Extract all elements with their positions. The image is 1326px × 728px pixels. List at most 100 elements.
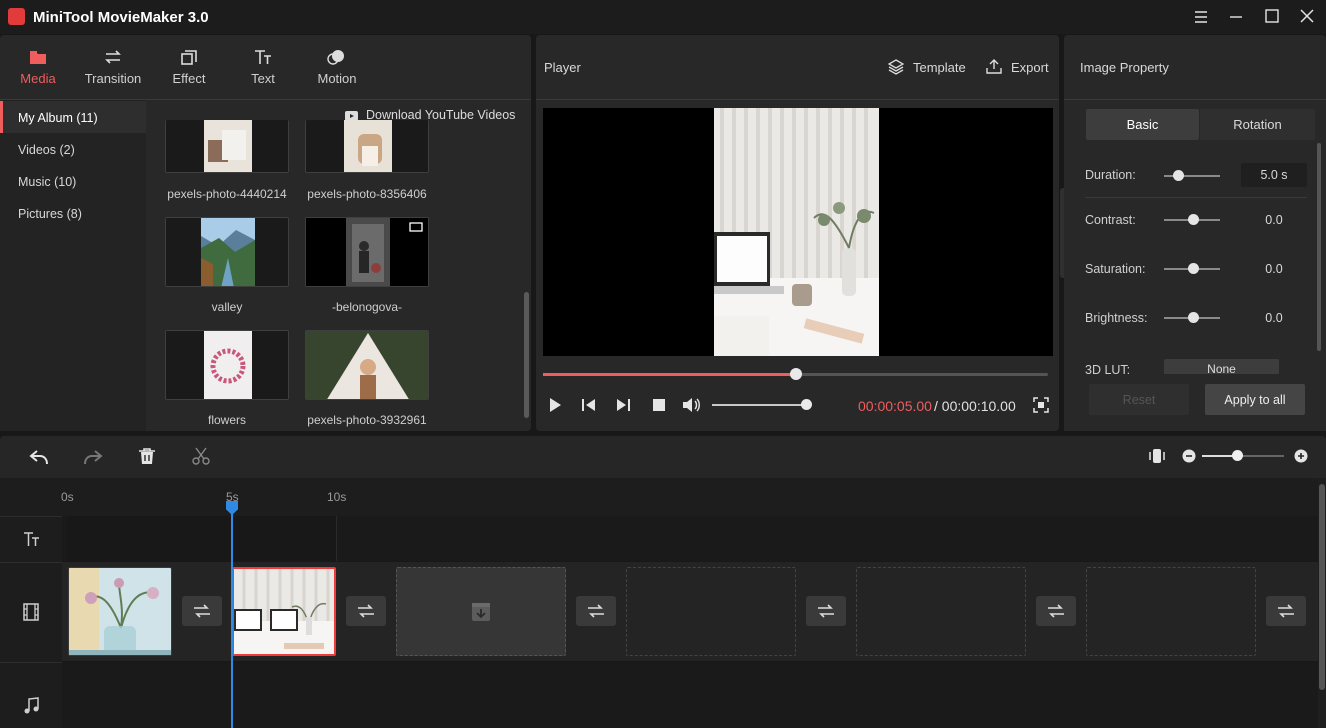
- ruler-tick: 10s: [327, 490, 347, 504]
- transition-slot-4[interactable]: [806, 596, 846, 626]
- fit-timeline-icon[interactable]: [1148, 447, 1166, 465]
- album-item-pictures[interactable]: Pictures (8): [0, 197, 146, 229]
- duration-input[interactable]: 5.0 s: [1241, 163, 1307, 187]
- zoom-handle[interactable]: [1232, 450, 1243, 461]
- tool-transition[interactable]: Transition: [81, 45, 145, 89]
- drop-slot[interactable]: [626, 567, 796, 656]
- contrast-label: Contrast:: [1085, 213, 1136, 227]
- media-thumb-2[interactable]: [305, 120, 429, 173]
- player-divider: [536, 99, 1059, 100]
- media-thumb-child[interactable]: [305, 330, 429, 400]
- media-name: pexels-photo-4440214: [167, 187, 287, 201]
- progress-bar[interactable]: [543, 368, 1048, 380]
- media-scrollbar[interactable]: [524, 292, 529, 418]
- brightness-handle[interactable]: [1188, 312, 1199, 323]
- export-button[interactable]: Export: [986, 59, 1049, 75]
- media-thumb-belonogova[interactable]: [305, 217, 429, 287]
- tool-text-label: Text: [251, 71, 275, 86]
- volume-handle[interactable]: [801, 399, 812, 410]
- brightness-value: 0.0: [1265, 311, 1283, 325]
- maximize-icon[interactable]: [1259, 5, 1285, 29]
- next-frame-icon[interactable]: [615, 397, 635, 413]
- play-icon[interactable]: [547, 397, 567, 413]
- transition-slot-5[interactable]: [1036, 596, 1076, 626]
- album-item-my-album[interactable]: My Album (11): [0, 101, 146, 133]
- tool-media-label: Media: [20, 71, 56, 86]
- divider: [1085, 197, 1307, 198]
- close-icon[interactable]: [1294, 5, 1320, 29]
- timeline-ruler[interactable]: [62, 478, 1318, 516]
- template-button[interactable]: Template: [888, 59, 966, 75]
- audio-track-header: [0, 662, 62, 728]
- app-logo-icon: [8, 8, 25, 25]
- tool-effect[interactable]: Effect: [157, 45, 221, 89]
- tool-transition-label: Transition: [84, 71, 142, 86]
- audio-track[interactable]: [62, 662, 1318, 728]
- volume-icon[interactable]: [682, 397, 702, 413]
- split-icon[interactable]: [192, 447, 210, 465]
- tab-rotation[interactable]: Rotation: [1200, 109, 1315, 140]
- redo-icon[interactable]: [83, 448, 103, 466]
- layers-icon: [888, 59, 904, 75]
- progress-handle[interactable]: [789, 368, 802, 380]
- media-thumb-1[interactable]: [165, 120, 289, 173]
- minimize-icon[interactable]: [1223, 5, 1249, 29]
- duration-handle[interactable]: [1173, 170, 1184, 181]
- timeline-clip-2-selected[interactable]: [232, 567, 336, 656]
- transition-slot-2[interactable]: [346, 596, 386, 626]
- drop-slot-active[interactable]: [396, 567, 566, 656]
- media-thumb-flowers[interactable]: [165, 330, 289, 400]
- menu-icon[interactable]: [1188, 5, 1214, 29]
- transition-slot-3[interactable]: [576, 596, 616, 626]
- album-sidebar: My Album (11) Videos (2) Music (10) Pict…: [0, 100, 146, 431]
- transition-icon: [358, 604, 374, 618]
- volume-slider[interactable]: [712, 404, 807, 406]
- video-preview[interactable]: [543, 108, 1053, 356]
- text-track-range: [67, 516, 337, 561]
- brightness-label: Brightness:: [1085, 311, 1148, 325]
- film-icon: [23, 603, 39, 621]
- reset-button[interactable]: Reset: [1089, 384, 1189, 415]
- drop-slot[interactable]: [856, 567, 1026, 656]
- undo-icon[interactable]: [29, 448, 49, 466]
- transition-icon: [1048, 604, 1064, 618]
- text-icon: [255, 50, 271, 64]
- album-item-videos[interactable]: Videos (2): [0, 133, 146, 165]
- video-track-header: [0, 562, 62, 661]
- prev-frame-icon[interactable]: [581, 397, 601, 413]
- delete-icon[interactable]: [138, 447, 156, 465]
- media-thumb-valley[interactable]: [165, 217, 289, 287]
- transition-icon: [1278, 604, 1294, 618]
- drop-slot[interactable]: [1086, 567, 1256, 656]
- transition-slot-6[interactable]: [1266, 596, 1306, 626]
- transition-icon: [588, 604, 604, 618]
- media-name: pexels-photo-8356406: [307, 187, 427, 201]
- saturation-handle[interactable]: [1188, 263, 1199, 274]
- playhead-line[interactable]: [231, 502, 233, 728]
- duration-label: Duration:: [1085, 168, 1136, 182]
- app-title: MiniTool MovieMaker 3.0: [33, 9, 209, 26]
- zoom-out-icon[interactable]: [1182, 449, 1196, 463]
- media-name: -belonogova-: [331, 300, 403, 314]
- folder-icon: [30, 51, 46, 64]
- apply-to-all-button[interactable]: Apply to all: [1205, 384, 1305, 415]
- contrast-value: 0.0: [1265, 213, 1283, 227]
- stop-icon[interactable]: [651, 397, 671, 413]
- album-item-music[interactable]: Music (10): [0, 165, 146, 197]
- zoom-in-icon[interactable]: [1294, 449, 1308, 463]
- tool-text[interactable]: Text: [231, 45, 295, 89]
- image-property-panel: Image Property Basic Rotation Duration: …: [1064, 35, 1326, 431]
- tool-motion[interactable]: Motion: [305, 45, 369, 89]
- contrast-handle[interactable]: [1188, 214, 1199, 225]
- transition-slot-1[interactable]: [182, 596, 222, 626]
- fullscreen-icon[interactable]: [1033, 397, 1053, 413]
- property-scrollbar[interactable]: [1317, 143, 1321, 351]
- tab-basic[interactable]: Basic: [1086, 109, 1199, 140]
- player-panel: Player Template Export 00:00:05.00 / 00:…: [536, 35, 1059, 431]
- timeline-scrollbar[interactable]: [1319, 484, 1325, 690]
- timeline-clip-1[interactable]: [68, 567, 172, 656]
- export-icon: [986, 59, 1002, 74]
- property-divider: [1064, 99, 1326, 100]
- text-track-icon: [24, 532, 39, 546]
- tool-media[interactable]: Media: [6, 45, 70, 89]
